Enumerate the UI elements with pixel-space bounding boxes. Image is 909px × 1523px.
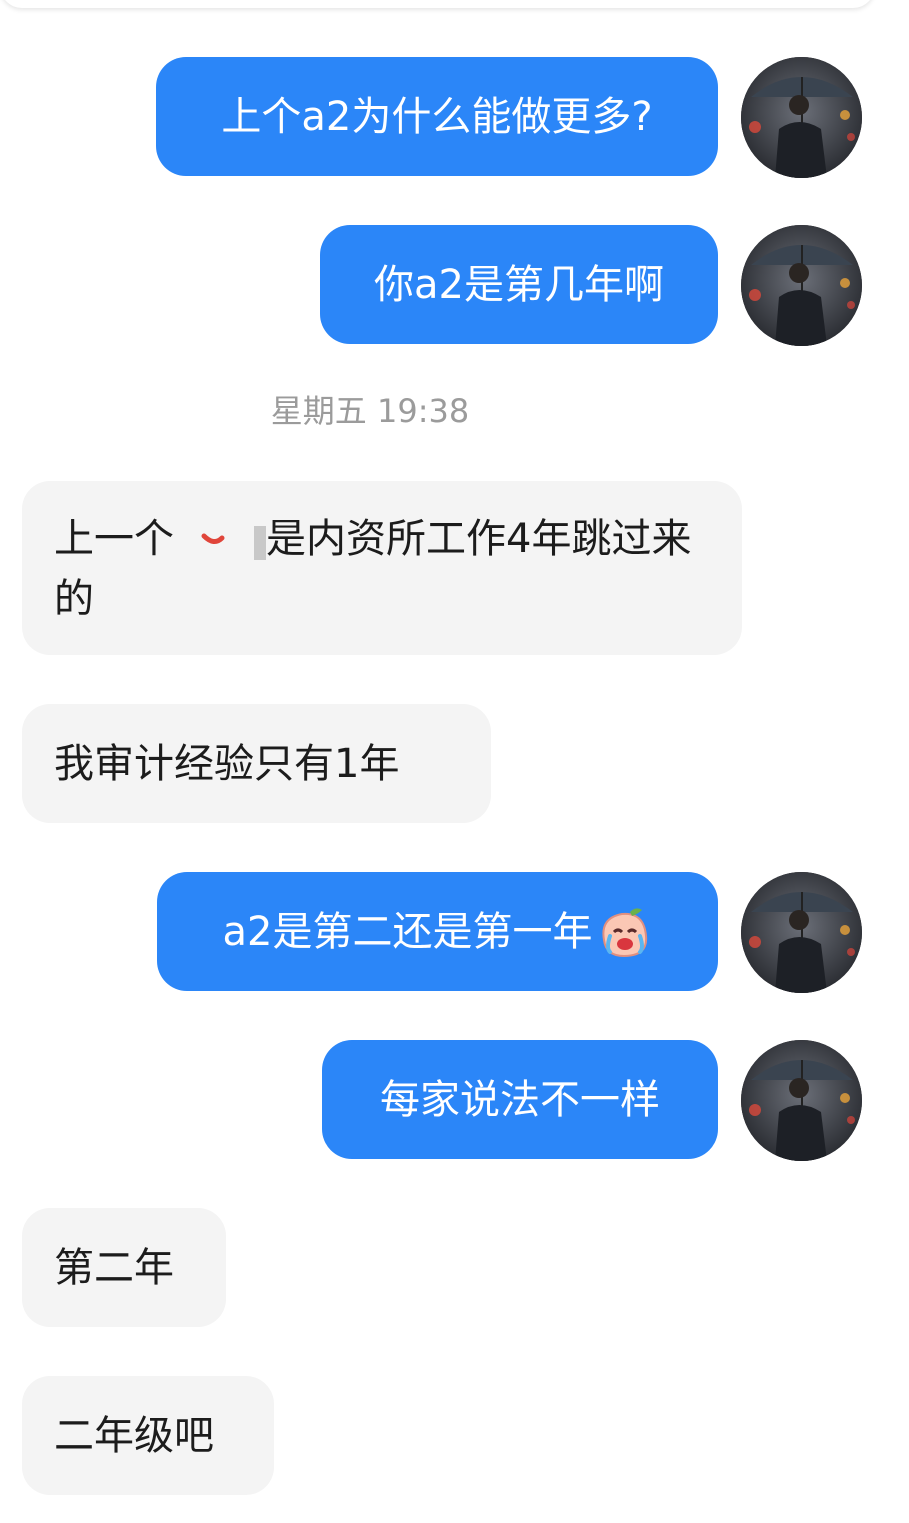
outgoing-message-bubble[interactable]: 上个a2为什么能做更多? bbox=[156, 57, 718, 176]
message-text: 你a2是第几年啊 bbox=[374, 261, 664, 308]
laughing-crying-peach-emoji-icon bbox=[596, 904, 652, 960]
incoming-message-bubble[interactable]: 我审计经验只有1年 bbox=[22, 704, 491, 823]
message-text: 我审计经验只有1年 bbox=[54, 740, 400, 787]
message-text: 上个a2为什么能做更多? bbox=[221, 93, 653, 140]
user-avatar-umbrella-icon bbox=[741, 872, 862, 993]
message-timestamp: 星期五 19:38 bbox=[270, 392, 470, 430]
user-avatar-umbrella-icon bbox=[741, 57, 862, 178]
message-text-part: 上一个 bbox=[54, 516, 174, 562]
outgoing-message-bubble[interactable]: 每家说法不一样 bbox=[322, 1040, 718, 1159]
redaction-mark bbox=[174, 516, 268, 566]
user-avatar[interactable] bbox=[741, 872, 862, 993]
user-avatar[interactable] bbox=[741, 57, 862, 178]
message-text: a2是第二还是第一年 bbox=[222, 908, 593, 955]
user-avatar-umbrella-icon bbox=[741, 225, 862, 346]
incoming-message-bubble[interactable]: 第二年 bbox=[22, 1208, 226, 1327]
outgoing-message-bubble[interactable]: a2是第二还是第一年 bbox=[157, 872, 718, 991]
message-text: 每家说法不一样 bbox=[380, 1076, 660, 1123]
outgoing-message-bubble[interactable]: 你a2是第几年啊 bbox=[320, 225, 718, 344]
user-avatar[interactable] bbox=[741, 225, 862, 346]
message-text: 二年级吧 bbox=[54, 1412, 214, 1459]
user-avatar[interactable] bbox=[741, 1040, 862, 1161]
incoming-message-bubble[interactable]: 上一个 是内资所工作4年跳过来的 bbox=[22, 481, 742, 655]
top-card-edge bbox=[0, 0, 875, 8]
user-avatar-umbrella-icon bbox=[741, 1040, 862, 1161]
incoming-message-bubble[interactable]: 二年级吧 bbox=[22, 1376, 274, 1495]
message-text: 第二年 bbox=[54, 1244, 174, 1291]
